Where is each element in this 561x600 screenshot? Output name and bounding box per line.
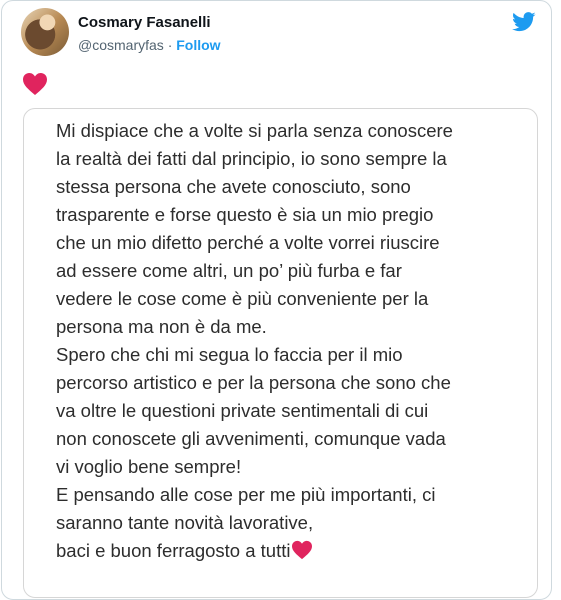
avatar[interactable] xyxy=(21,8,69,56)
image-text-line: percorso artistico e per la persona che … xyxy=(56,372,451,393)
twitter-bird-icon[interactable] xyxy=(512,12,536,32)
image-text-line-last: baci e buon ferragosto a tutti xyxy=(56,537,526,565)
image-text-line: va oltre le questioni private sentimenta… xyxy=(56,400,429,421)
image-text-line: che un mio difetto perché a volte vorrei… xyxy=(56,232,440,253)
separator-dot: · xyxy=(167,37,173,53)
red-heart-icon xyxy=(23,73,47,95)
image-text-line: Spero che chi mi segua lo faccia per il … xyxy=(56,344,403,365)
author-handle[interactable]: @cosmaryfas xyxy=(78,37,164,53)
image-text-line-text: baci e buon ferragosto a tutti xyxy=(56,540,291,561)
follow-button[interactable]: Follow xyxy=(176,37,220,53)
image-text-line: stessa persona che avete conosciuto, son… xyxy=(56,176,411,197)
image-text-line: la realtà dei fatti dal principio, io so… xyxy=(56,148,447,169)
image-text-line: E pensando alle cose per me più importan… xyxy=(56,484,436,505)
image-text-block: Mi dispiace che a volte si parla senza c… xyxy=(56,117,526,565)
image-text-line: vi voglio bene sempre! xyxy=(56,456,242,477)
image-text-line: vedere le cose come è più conveniente pe… xyxy=(56,288,429,309)
image-text-line: non conoscete gli avvenimenti, comunque … xyxy=(56,428,446,449)
image-text-line: trasparente e forse questo è sia un mio … xyxy=(56,204,434,225)
red-heart-icon xyxy=(292,540,313,560)
image-text-line: ad essere come altri, un po’ più furba e… xyxy=(56,260,402,281)
author-handle-line: @cosmaryfas · Follow xyxy=(78,37,221,53)
image-text-line: persona ma non è da me. xyxy=(56,316,267,337)
author-name[interactable]: Cosmary Fasanelli xyxy=(78,14,211,31)
image-text-line: Mi dispiace che a volte si parla senza c… xyxy=(56,120,453,141)
image-text-line: saranno tante novità lavorative, xyxy=(56,512,314,533)
